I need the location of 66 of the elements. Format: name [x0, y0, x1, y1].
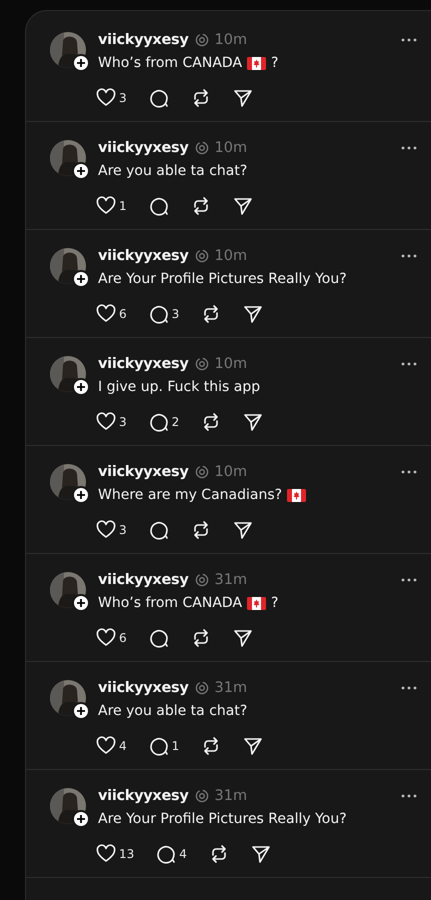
like-button[interactable]: 13 [96, 844, 134, 864]
more-icon[interactable] [401, 362, 417, 366]
follow-plus-icon[interactable] [72, 810, 90, 828]
follow-plus-icon[interactable] [72, 270, 90, 288]
thread-icon [194, 573, 209, 587]
timestamp: 10m [214, 464, 248, 480]
username[interactable]: viickyyxesy [98, 788, 189, 804]
username[interactable]: viickyyxesy [98, 32, 189, 48]
timestamp: 10m [214, 356, 248, 372]
more-icon[interactable] [401, 146, 417, 150]
username[interactable]: viickyyxesy [98, 356, 189, 372]
share-button[interactable] [232, 196, 253, 216]
follow-plus-icon[interactable] [72, 54, 90, 72]
share-button[interactable] [232, 88, 253, 108]
reply-button[interactable] [148, 628, 169, 648]
thread-icon [194, 465, 209, 479]
thread-icon [194, 357, 209, 371]
more-icon[interactable] [401, 794, 417, 798]
post-text: I give up. Fuck this app [98, 379, 260, 395]
timestamp: 10m [214, 248, 248, 264]
share-button[interactable] [232, 628, 253, 648]
post-text: Are you able ta chat? [98, 163, 248, 179]
post-text: ? [271, 595, 278, 611]
username[interactable]: viickyyxesy [98, 572, 189, 588]
share-button[interactable] [243, 736, 264, 756]
timestamp: 10m [214, 140, 248, 156]
username[interactable]: viickyyxesy [98, 248, 189, 264]
post-text: Who’s from CANADA [98, 55, 242, 71]
post-text: Where are my Canadians? [98, 487, 282, 503]
thread-icon [194, 33, 209, 47]
username[interactable]: viickyyxesy [98, 464, 189, 480]
follow-plus-icon[interactable] [72, 702, 90, 720]
timestamp: 31m [214, 680, 248, 696]
post-text: Who’s from CANADA [98, 595, 242, 611]
follow-plus-icon[interactable] [72, 162, 90, 180]
share-button[interactable] [250, 844, 271, 864]
canada-flag-icon [247, 596, 266, 610]
thread-icon [194, 141, 209, 155]
thread-icon [194, 681, 209, 695]
reply-button[interactable] [148, 88, 169, 108]
more-icon[interactable] [401, 470, 417, 474]
username[interactable]: viickyyxesy [98, 140, 189, 156]
timestamp: 31m [214, 572, 248, 588]
more-icon[interactable] [401, 686, 417, 690]
timestamp: 10m [214, 32, 248, 48]
more-icon[interactable] [401, 38, 417, 42]
reply-button[interactable] [148, 520, 169, 540]
post-text: Are Your Profile Pictures Really You? [98, 271, 347, 287]
more-icon[interactable] [401, 254, 417, 258]
canada-flag-icon [247, 56, 266, 70]
more-icon[interactable] [401, 578, 417, 582]
post-text: ? [271, 55, 278, 71]
username[interactable]: viickyyxesy [98, 680, 189, 696]
reply-button[interactable] [148, 196, 169, 216]
post-text: Are you able ta chat? [98, 703, 248, 719]
follow-plus-icon[interactable] [72, 594, 90, 612]
share-button[interactable] [232, 520, 253, 540]
follow-plus-icon[interactable] [72, 486, 90, 504]
thread-icon [194, 249, 209, 263]
thread-icon [194, 789, 209, 803]
canada-flag-icon [287, 488, 306, 502]
timestamp: 31m [214, 788, 248, 804]
follow-plus-icon[interactable] [72, 378, 90, 396]
share-button[interactable] [243, 412, 264, 432]
post-text: Are Your Profile Pictures Really You? [98, 811, 347, 827]
share-button[interactable] [243, 304, 264, 324]
